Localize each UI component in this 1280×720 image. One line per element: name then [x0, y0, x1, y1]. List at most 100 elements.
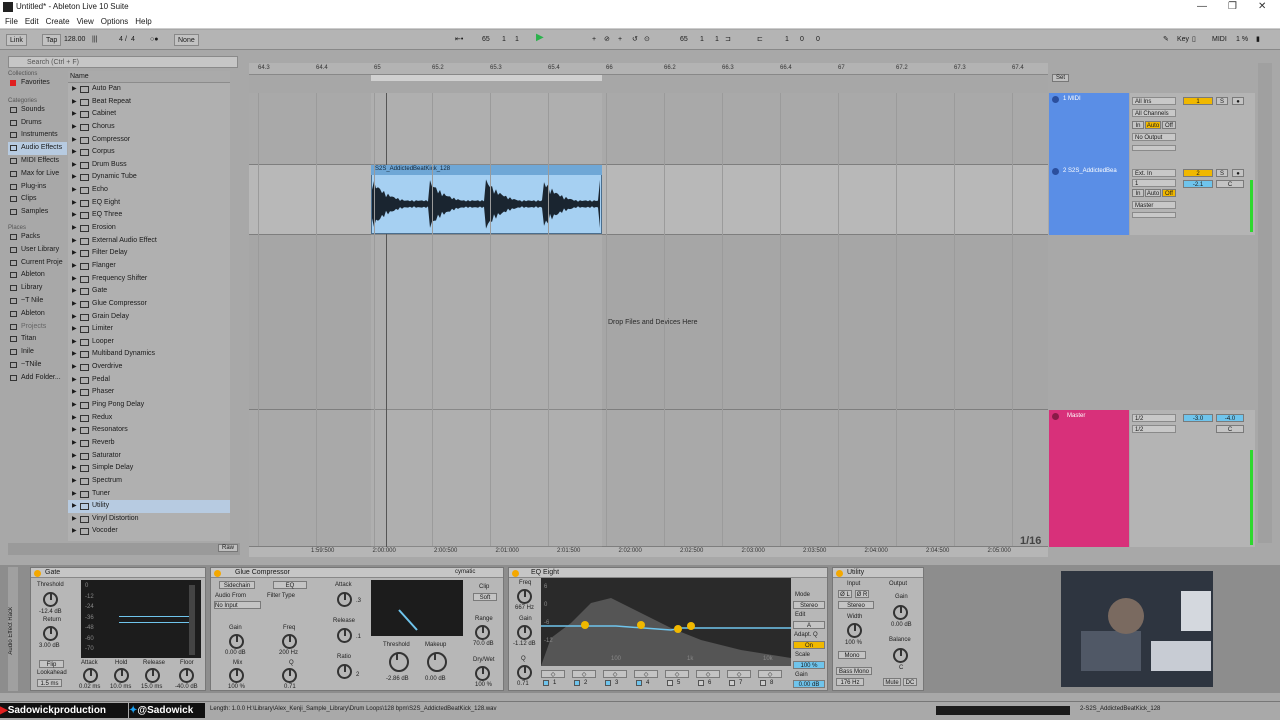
- list-item[interactable]: ▶ Spectrum: [68, 475, 230, 488]
- sidebar-item-place[interactable]: Current Proje: [8, 257, 67, 270]
- track-activator[interactable]: 1: [1183, 97, 1213, 105]
- list-item[interactable]: ▶ Vocoder: [68, 525, 230, 538]
- arm-button[interactable]: ●: [1232, 97, 1244, 105]
- sidechain-button[interactable]: Sidechain: [219, 581, 255, 589]
- expand-arrow-icon[interactable]: ▶: [72, 298, 77, 311]
- band-activator[interactable]: [636, 680, 642, 686]
- output-select[interactable]: No Output: [1132, 133, 1176, 141]
- volume-field[interactable]: -2.1: [1183, 180, 1213, 188]
- balance-knob[interactable]: [893, 648, 908, 663]
- monitor-auto-button[interactable]: Auto: [1145, 189, 1161, 197]
- list-item[interactable]: ▶ Grain Delay: [68, 311, 230, 324]
- audio-clip[interactable]: [371, 165, 602, 234]
- list-item[interactable]: ▶ Auto Pan: [68, 83, 230, 96]
- solo-button[interactable]: S: [1216, 97, 1228, 105]
- filter-type-icon[interactable]: ◇: [634, 670, 658, 678]
- list-item[interactable]: ▶ Corpus: [68, 146, 230, 159]
- key-map-button[interactable]: Key: [1177, 34, 1189, 46]
- sidebar-item-sounds[interactable]: Sounds: [8, 104, 67, 117]
- list-item[interactable]: ▶ External Audio Effect: [68, 235, 230, 248]
- sidebar-item-place[interactable]: ~TNile: [8, 359, 67, 372]
- loop-start-bar[interactable]: 65: [680, 34, 688, 46]
- sidebar-item-place[interactable]: ~T Nile: [8, 295, 67, 308]
- follow-icon[interactable]: ⇤•: [455, 34, 463, 46]
- phase-left-button[interactable]: Ø L: [838, 590, 852, 598]
- list-item[interactable]: ▶ Beat Repeat: [68, 96, 230, 109]
- list-item[interactable]: ▶ Multiband Dynamics: [68, 348, 230, 361]
- list-item[interactable]: ▶ EQ Eight: [68, 197, 230, 210]
- width-knob[interactable]: [847, 623, 862, 638]
- expand-arrow-icon[interactable]: ▶: [72, 437, 77, 450]
- fold-icon[interactable]: [1052, 413, 1059, 420]
- tempo-field[interactable]: 128.00: [64, 34, 85, 46]
- fold-icon[interactable]: [1052, 168, 1059, 175]
- device-power-icon[interactable]: [512, 570, 519, 577]
- eq-band-8[interactable]: ◇ 8: [758, 670, 784, 688]
- audio-from-select[interactable]: No Input: [214, 601, 261, 609]
- loop-start-sixteenth[interactable]: 1: [715, 34, 719, 46]
- expand-arrow-icon[interactable]: ▶: [72, 260, 77, 273]
- sidebar-item-max-for-live[interactable]: Max for Live: [8, 168, 67, 181]
- expand-arrow-icon[interactable]: ▶: [72, 525, 77, 538]
- eq-band-5[interactable]: ◇ 5: [665, 670, 691, 688]
- filter-type-icon[interactable]: ◇: [727, 670, 751, 678]
- soft-clip-button[interactable]: Soft: [473, 593, 497, 601]
- list-item[interactable]: ▶ Gate: [68, 285, 230, 298]
- volume-field[interactable]: -3.0: [1183, 414, 1213, 422]
- list-item[interactable]: ▶ Overdrive: [68, 361, 230, 374]
- expand-arrow-icon[interactable]: ▶: [72, 513, 77, 526]
- monitor-in-button[interactable]: In: [1132, 189, 1144, 197]
- list-item[interactable]: ▶ Vinyl Distortion: [68, 513, 230, 526]
- dc-button[interactable]: DC: [903, 678, 917, 686]
- band-activator[interactable]: [698, 680, 704, 686]
- track-header-midi[interactable]: 1 MIDI: [1049, 93, 1129, 165]
- expand-arrow-icon[interactable]: ▶: [72, 424, 77, 437]
- expand-arrow-icon[interactable]: ▶: [72, 361, 77, 374]
- expand-arrow-icon[interactable]: ▶: [72, 134, 77, 147]
- expand-arrow-icon[interactable]: ▶: [72, 235, 77, 248]
- list-item[interactable]: ▶ Chorus: [68, 121, 230, 134]
- mono-button[interactable]: Mono: [838, 651, 866, 659]
- menu-help[interactable]: Help: [135, 17, 151, 26]
- list-item[interactable]: ▶ Tuner: [68, 488, 230, 501]
- arm-button[interactable]: ●: [1232, 169, 1244, 177]
- list-item[interactable]: ▶ Phaser: [68, 386, 230, 399]
- filter-type-icon[interactable]: ◇: [665, 670, 689, 678]
- filter-type-icon[interactable]: ◇: [758, 670, 782, 678]
- expand-arrow-icon[interactable]: ▶: [72, 500, 77, 513]
- eq-q-knob[interactable]: [517, 665, 532, 680]
- expand-arrow-icon[interactable]: ▶: [72, 222, 77, 235]
- sidechain-q-knob[interactable]: [282, 668, 297, 683]
- expand-arrow-icon[interactable]: ▶: [72, 488, 77, 501]
- expand-arrow-icon[interactable]: ▶: [72, 184, 77, 197]
- expand-arrow-icon[interactable]: ▶: [72, 323, 77, 336]
- menu-edit[interactable]: Edit: [25, 17, 39, 26]
- zoom-scrollbar[interactable]: [1258, 63, 1272, 543]
- eq-gain-knob[interactable]: [517, 625, 532, 640]
- list-item[interactable]: ▶ Flanger: [68, 260, 230, 273]
- eq-display[interactable]: 6 0 -6 -12 100 1k 10k: [541, 578, 791, 666]
- maximize-icon[interactable]: ❐: [1228, 1, 1237, 12]
- return-knob[interactable]: [43, 626, 58, 641]
- output-channel-select[interactable]: [1132, 145, 1176, 151]
- position-beat[interactable]: 1: [502, 34, 506, 46]
- overdub-icon[interactable]: +: [592, 34, 596, 46]
- punch-in-icon[interactable]: ⊐: [725, 34, 731, 46]
- loop-length-sixteenth[interactable]: 0: [816, 34, 820, 46]
- list-item[interactable]: ▶ Cabinet: [68, 108, 230, 121]
- expand-arrow-icon[interactable]: ▶: [72, 171, 77, 184]
- expand-arrow-icon[interactable]: ▶: [72, 399, 77, 412]
- list-item[interactable]: ▶ Compressor: [68, 134, 230, 147]
- capture-icon[interactable]: ⊙: [644, 34, 650, 46]
- expand-arrow-icon[interactable]: ▶: [72, 247, 77, 260]
- menu-options[interactable]: Options: [101, 17, 129, 26]
- menu-view[interactable]: View: [77, 17, 94, 26]
- sig-denominator[interactable]: 4: [131, 34, 135, 46]
- tap-button[interactable]: Tap: [42, 34, 62, 46]
- range-knob[interactable]: [475, 625, 490, 640]
- beat-time-ruler[interactable]: 64.3 64.4 65 65.2 65.3 65.4 66 66.2 66.3 66.4 67 67…: [249, 63, 1048, 75]
- list-item[interactable]: ▶ Pedal: [68, 374, 230, 387]
- expand-arrow-icon[interactable]: ▶: [72, 412, 77, 425]
- makeup-knob[interactable]: [427, 652, 447, 672]
- list-item[interactable]: ▶ Dynamic Tube: [68, 171, 230, 184]
